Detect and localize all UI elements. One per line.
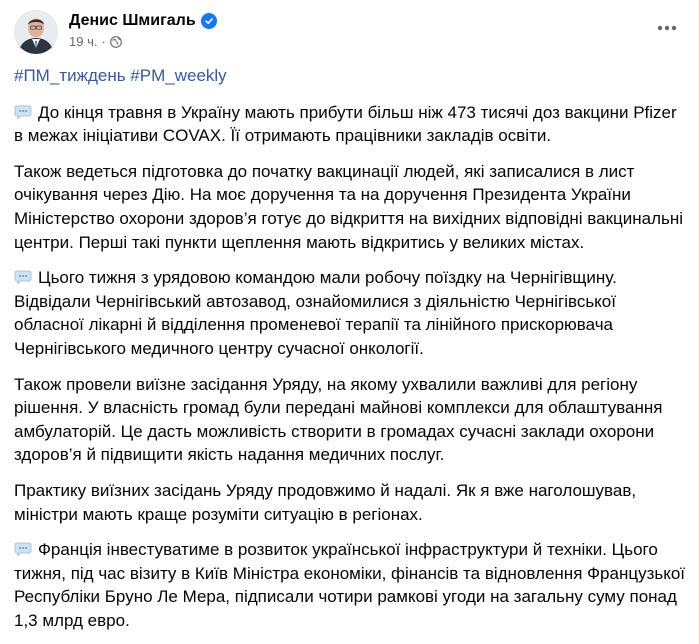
speech-bubble-emoji (14, 267, 32, 285)
post-paragraph: Також провели виїзне засідання Уряду, на… (14, 373, 686, 467)
post-body: #ПМ_тиждень #PM_weekly До кінця травня в… (14, 64, 686, 644)
post-timestamp-row: 19 ч. · (69, 34, 217, 49)
author-avatar[interactable] (14, 10, 58, 54)
paragraph-text: До кінця травня в Україну мають прибути … (14, 102, 677, 146)
paragraph-text: Цього тижня з урядовою командою мали роб… (14, 268, 617, 358)
paragraph-text: Практику виїзних засідань Уряду продовжи… (14, 480, 637, 524)
hashtag-row: #ПМ_тиждень #PM_weekly (14, 64, 686, 88)
post-paragraph: Франція інвестуватиме в розвиток українс… (14, 538, 686, 632)
hashtag-link-pm-tyzhden[interactable]: #ПМ_тиждень (14, 66, 126, 85)
post-paragraph: Практику виїзних засідань Уряду продовжи… (14, 479, 686, 526)
paragraph-text: Також провели виїзне засідання Уряду, на… (14, 374, 663, 465)
post-paragraph: Цього тижня з урядовою командою мали роб… (14, 266, 686, 360)
avatar-image (14, 10, 58, 54)
post-paragraph: До кінця травня в Україну мають прибути … (14, 101, 686, 148)
author-row: Денис Шмигаль (69, 12, 217, 30)
post-time[interactable]: 19 ч. (69, 34, 97, 49)
paragraph-text: Також ведеться підготовка до початку вак… (14, 161, 684, 252)
author-name[interactable]: Денис Шмигаль (69, 12, 196, 30)
globe-icon[interactable] (109, 35, 122, 48)
post-paragraph: Також ведеться підготовка до початку вак… (14, 160, 686, 254)
meta-separator: · (101, 34, 106, 49)
verified-badge-icon (200, 13, 217, 29)
more-options-button[interactable] (649, 16, 685, 40)
hashtag-link-pm-weekly[interactable]: #PM_weekly (130, 66, 226, 85)
speech-bubble-emoji (14, 102, 32, 120)
facebook-post: Денис Шмигаль 19 ч. · #ПМ_тиждень #PM_we… (0, 0, 699, 638)
speech-bubble-emoji (14, 539, 32, 557)
more-horizontal-icon (657, 25, 677, 31)
post-header: Денис Шмигаль 19 ч. · (14, 10, 685, 58)
post-meta: Денис Шмигаль 19 ч. · (69, 12, 217, 49)
paragraph-text: Франція інвестуватиме в розвиток українс… (14, 540, 686, 630)
